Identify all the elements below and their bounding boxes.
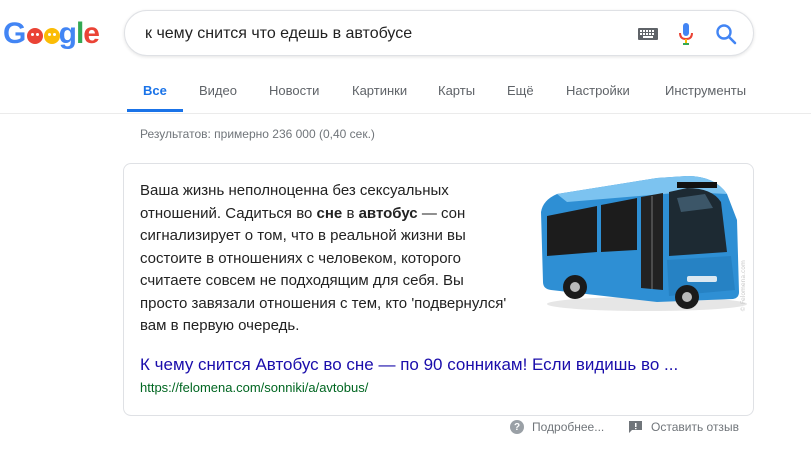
tab-tools[interactable]: Инструменты xyxy=(665,83,746,98)
bus-image[interactable]: © Felomena.com xyxy=(537,172,751,320)
snippet-part: — сон сигнализирует о том, что в реально… xyxy=(140,204,507,335)
tab-video[interactable]: Видео xyxy=(199,83,237,98)
doodle-o-icon xyxy=(26,23,44,45)
feedback-icon xyxy=(629,421,642,433)
help-icon: ? xyxy=(510,420,524,434)
feedback-label: Оставить отзыв xyxy=(651,420,739,434)
more-info-button[interactable]: ? Подробнее... xyxy=(510,420,604,434)
tab-images[interactable]: Картинки xyxy=(352,83,407,98)
google-logo[interactable]: G g l e xyxy=(3,16,100,52)
search-box xyxy=(124,10,754,57)
featured-snippet: Ваша жизнь неполноценна без сексуальных … xyxy=(123,163,754,416)
microphone-icon[interactable] xyxy=(679,23,693,45)
doodle-o-icon xyxy=(43,23,60,45)
result-title-link[interactable]: К чему снится Автобус во сне — по 90 сон… xyxy=(140,355,678,375)
more-info-label: Подробнее... xyxy=(532,420,605,434)
search-input[interactable] xyxy=(145,11,625,57)
search-tabs: Все Видео Новости Картинки Карты Ещё Нас… xyxy=(0,72,811,114)
active-tab-indicator xyxy=(127,109,183,112)
tab-all[interactable]: Все xyxy=(143,83,167,98)
snippet-text: Ваша жизнь неполноценна без сексуальных … xyxy=(140,180,510,338)
snippet-part: в xyxy=(342,204,359,222)
snippet-highlight: автобус xyxy=(358,204,418,222)
result-url[interactable]: https://felomena.com/sonniki/a/avtobus/ xyxy=(140,380,368,395)
logo-letter-g: G xyxy=(3,17,26,50)
image-watermark: © Felomena.com xyxy=(740,260,747,312)
feedback-button[interactable]: Оставить отзыв xyxy=(629,420,739,434)
logo-letter-g: g xyxy=(58,17,77,50)
snippet-highlight: сне xyxy=(316,204,343,222)
tab-settings[interactable]: Настройки xyxy=(566,83,630,98)
tab-news[interactable]: Новости xyxy=(269,83,319,98)
logo-letter-l: l xyxy=(75,17,84,50)
logo-letter-e: e xyxy=(83,17,100,50)
search-icon[interactable] xyxy=(715,23,737,45)
tab-maps[interactable]: Карты xyxy=(438,83,475,98)
keyboard-icon[interactable] xyxy=(638,28,658,40)
result-stats: Результатов: примерно 236 000 (0,40 сек.… xyxy=(140,127,375,141)
tab-more[interactable]: Ещё xyxy=(507,83,534,98)
